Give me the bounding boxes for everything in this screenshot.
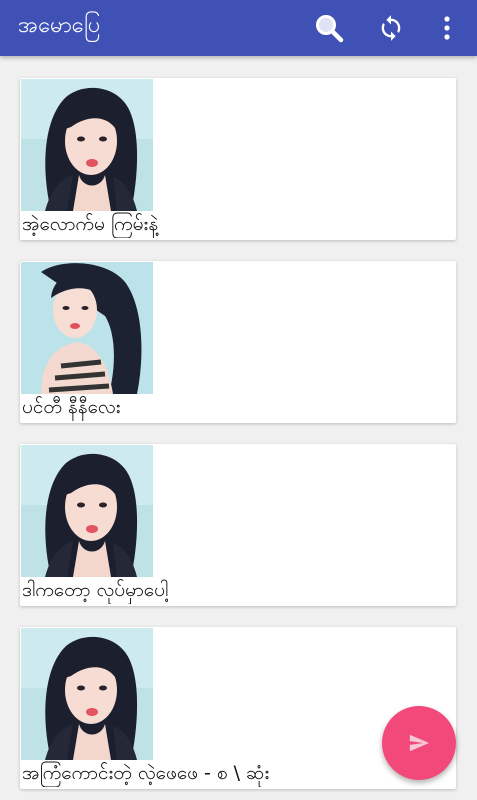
post-image: [21, 79, 153, 211]
post-caption: ဒါကတော့ လုပ်မှာပေါ့: [22, 579, 169, 601]
post-card[interactable]: ပင်တီ နီနီလေး: [20, 261, 456, 423]
search-button[interactable]: [307, 6, 351, 50]
send-fab-button[interactable]: [382, 706, 456, 780]
post-card[interactable]: အဲ့လောက်မ ကြမ်းနဲ့: [20, 78, 456, 240]
post-image: [21, 445, 153, 577]
post-image: [21, 262, 153, 394]
app-title: အမောပြေ: [18, 13, 101, 38]
search-icon: [316, 15, 344, 43]
post-list[interactable]: အဲ့လောက်မ ကြမ်းနဲ့ ပင်တီ နီနီလေး ဒါကတော့…: [0, 56, 477, 800]
refresh-button[interactable]: [369, 6, 413, 50]
app-bar: အမောပြေ: [0, 0, 477, 56]
post-caption: အကြံကောင်းတဲ့ လဲ့ဖေဖေ - စ \ ဆုံး: [22, 762, 270, 784]
post-image: [21, 628, 153, 760]
post-caption: အဲ့လောက်မ ကြမ်းနဲ့: [22, 213, 159, 235]
refresh-icon: [381, 15, 401, 41]
post-caption: ပင်တီ နီနီလေး: [22, 396, 121, 418]
post-card[interactable]: ဒါကတော့ လုပ်မှာပေါ့: [20, 444, 456, 606]
send-icon: [409, 734, 430, 752]
overflow-menu-button[interactable]: [425, 6, 469, 50]
more-vert-icon: [444, 16, 450, 40]
